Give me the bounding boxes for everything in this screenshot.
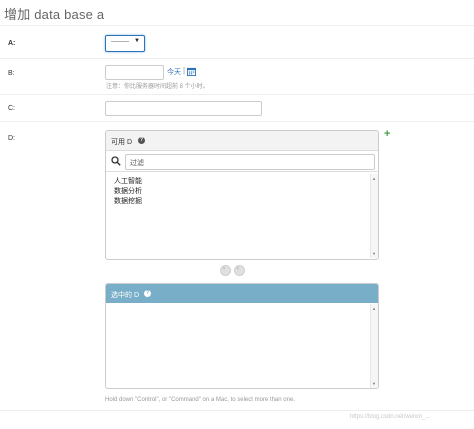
available-header: 可用 D ? [106,131,378,151]
row-separator [0,58,474,59]
choose-button[interactable]: › [220,265,231,276]
chosen-title: 选中的 D [111,292,139,299]
list-item[interactable]: 数据挖掘 [114,196,142,206]
link-separator: | [183,66,186,75]
row-separator [0,410,474,411]
watermark: https://blog.csdn.net/weixin_... [350,414,431,420]
available-options-list[interactable]: 人工智能 数据分析 数据挖掘 [106,174,370,258]
available-scrollbar[interactable]: ▲ ▼ [370,174,378,258]
field-a-select[interactable]: --------- ▼ [105,35,145,52]
field-c-input[interactable] [105,101,262,116]
available-selector: 可用 D ? 过滤 人工智能 数据分析 数据挖掘 ▲ ▼ [105,130,379,260]
scroll-down-icon[interactable]: ▼ [372,251,376,256]
field-b-label: B: [8,70,15,77]
calendar-icon[interactable] [187,67,196,76]
filter-row: 过滤 [106,151,378,172]
search-icon [111,156,121,166]
row-separator [0,121,474,122]
help-icon: ? [138,137,145,144]
help-icon: ? [144,290,151,297]
filter-input[interactable]: 过滤 [125,154,375,170]
page-title: 增加 data base a [4,7,105,22]
arrow-left-icon: ‹ [237,266,239,272]
filter-placeholder: 过滤 [130,160,144,167]
row-separator [0,94,474,95]
field-c-label: C: [8,105,15,112]
chosen-selector: 选中的 D ? ▲ ▼ [105,283,379,389]
field-a-label: A: [8,40,16,47]
remove-button[interactable]: ‹ [234,265,245,276]
add-related-icon[interactable]: + [384,128,390,140]
field-d-help-text: Hold down "Control", or "Command" on a M… [105,397,295,403]
list-item[interactable]: 数据分析 [114,186,142,196]
today-link[interactable]: 今天 [167,67,181,77]
scroll-up-icon[interactable]: ▲ [372,306,376,311]
field-d-label: D: [8,135,15,142]
scroll-up-icon[interactable]: ▲ [372,176,376,181]
chosen-scrollbar[interactable]: ▲ ▼ [370,304,378,388]
arrow-right-icon: › [223,266,225,272]
list-item[interactable]: 人工智能 [114,176,142,186]
chevron-down-icon: ▼ [134,38,140,44]
chosen-options-list[interactable] [106,304,370,388]
field-a-selected-value: --------- [111,39,129,45]
available-title: 可用 D [111,139,132,146]
chosen-header: 选中的 D ? [106,284,378,303]
field-b-help-text: 注意：你比服务器时间超前 8 个小时。 [106,84,209,90]
row-separator [0,25,474,26]
field-b-date-input[interactable] [105,65,164,80]
scroll-down-icon[interactable]: ▼ [372,381,376,386]
